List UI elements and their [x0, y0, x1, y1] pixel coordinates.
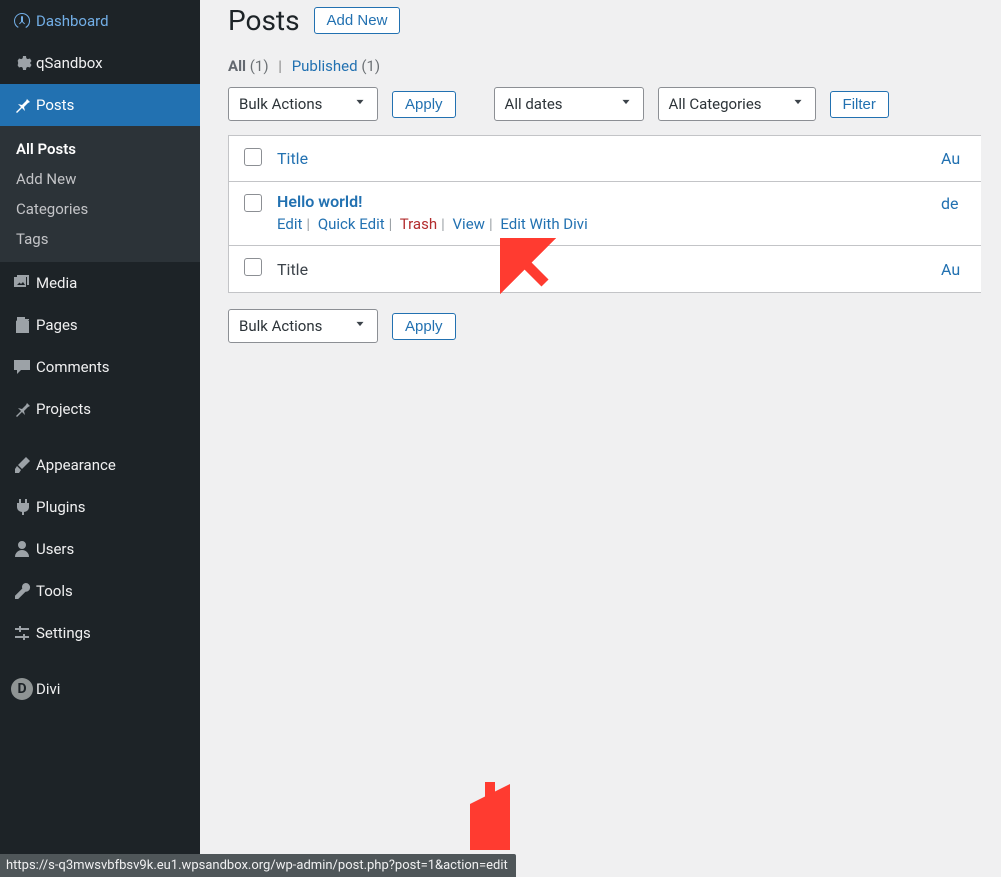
status-filter-links: All (1) | Published (1): [228, 57, 981, 75]
divi-icon: D: [8, 678, 36, 700]
bulk-actions-select-bottom[interactable]: Bulk Actions: [228, 309, 378, 343]
brush-icon: [8, 455, 36, 475]
main-content: Posts Add New All (1) | Published (1) Bu…: [200, 0, 1001, 877]
sidebar-label: Comments: [36, 358, 110, 376]
menu-separator: [0, 430, 200, 444]
sidebar-item-dashboard[interactable]: Dashboard: [0, 0, 200, 42]
plug-icon: [8, 497, 36, 517]
submenu-add-new[interactable]: Add New: [0, 164, 200, 194]
pin-icon: [8, 399, 36, 419]
pin-icon: [8, 95, 36, 115]
sidebar-item-appearance[interactable]: Appearance: [0, 444, 200, 486]
sidebar-item-posts[interactable]: Posts: [0, 84, 200, 126]
filter-published-count: (1): [361, 57, 380, 75]
submenu-all-posts[interactable]: All Posts: [0, 134, 200, 164]
col-title-foot[interactable]: Title: [277, 246, 941, 292]
filter-published[interactable]: Published: [292, 57, 358, 75]
sidebar-label: Plugins: [36, 498, 85, 516]
sidebar-item-divi[interactable]: D Divi: [0, 668, 200, 710]
bulk-actions-label: Bulk Actions: [239, 95, 322, 113]
pages-icon: [8, 315, 36, 335]
sidebar-item-qsandbox[interactable]: qSandbox: [0, 42, 200, 84]
sidebar-label: Tools: [36, 582, 73, 600]
sidebar-label: Pages: [36, 316, 78, 334]
gear-icon: [8, 53, 36, 73]
table-row: Hello world! Edit| Quick Edit| Trash| Vi…: [229, 182, 981, 246]
select-all-bottom[interactable]: [229, 246, 277, 292]
row-title-link[interactable]: Hello world!: [277, 192, 362, 211]
row-actions: Edit| Quick Edit| Trash| View| Edit With…: [277, 215, 941, 233]
sidebar-label: qSandbox: [36, 54, 103, 72]
sidebar-label: Dashboard: [36, 12, 109, 30]
categories-select[interactable]: All Categories: [658, 87, 816, 121]
chevron-down-icon: [353, 317, 367, 335]
sidebar-label: Media: [36, 274, 77, 292]
row-action-view[interactable]: View: [453, 215, 485, 233]
apply-button-top[interactable]: Apply: [392, 91, 456, 118]
submenu-tags[interactable]: Tags: [0, 224, 200, 254]
submenu-categories[interactable]: Categories: [0, 194, 200, 224]
chevron-down-icon: [791, 95, 805, 113]
media-icon: [8, 273, 36, 293]
sidebar-item-tools[interactable]: Tools: [0, 570, 200, 612]
tablenav-top: Bulk Actions Apply All dates All Categor…: [228, 87, 981, 121]
dates-select[interactable]: All dates: [494, 87, 644, 121]
categories-label: All Categories: [669, 95, 762, 113]
sidebar-label: Posts: [36, 96, 74, 114]
sliders-icon: [8, 623, 36, 643]
page-header: Posts Add New: [228, 0, 981, 37]
col-author-foot[interactable]: Au: [941, 246, 981, 292]
filter-all-count: (1): [250, 57, 269, 75]
admin-sidebar: Dashboard qSandbox Posts All Posts Add N…: [0, 0, 200, 877]
row-action-edit[interactable]: Edit: [277, 215, 302, 233]
sidebar-item-projects[interactable]: Projects: [0, 388, 200, 430]
sidebar-label: Projects: [36, 400, 91, 418]
add-new-button[interactable]: Add New: [314, 7, 401, 34]
dates-label: All dates: [505, 95, 563, 113]
sidebar-label: Users: [36, 540, 74, 558]
sidebar-item-plugins[interactable]: Plugins: [0, 486, 200, 528]
menu-separator: [0, 654, 200, 668]
chevron-down-icon: [353, 95, 367, 113]
filter-all[interactable]: All: [228, 57, 246, 75]
filter-button[interactable]: Filter: [830, 91, 889, 118]
wrench-icon: [8, 581, 36, 601]
bulk-actions-label: Bulk Actions: [239, 317, 322, 335]
page-title: Posts: [228, 4, 300, 37]
sidebar-label: Appearance: [36, 456, 116, 474]
bulk-actions-select[interactable]: Bulk Actions: [228, 87, 378, 121]
row-checkbox[interactable]: [229, 182, 277, 246]
sidebar-item-media[interactable]: Media: [0, 262, 200, 304]
sidebar-item-comments[interactable]: Comments: [0, 346, 200, 388]
col-title[interactable]: Title: [277, 136, 941, 182]
col-author[interactable]: Au: [941, 136, 981, 182]
posts-table: Title Au Hello world! Edit| Quick Edit| …: [228, 135, 981, 293]
tablenav-bottom: Bulk Actions Apply: [228, 309, 981, 343]
sidebar-label: Divi: [36, 680, 60, 698]
user-icon: [8, 539, 36, 559]
annotation-arrow-statusbar: [470, 778, 510, 850]
browser-status-bar: https://s-q3mwsvbfbsv9k.eu1.wpsandbox.or…: [0, 854, 516, 877]
apply-button-bottom[interactable]: Apply: [392, 313, 456, 340]
row-action-trash[interactable]: Trash: [400, 215, 437, 233]
row-action-quick-edit[interactable]: Quick Edit: [318, 215, 385, 233]
dashboard-icon: [8, 11, 36, 31]
row-action-edit-divi[interactable]: Edit With Divi: [500, 215, 587, 233]
select-all-top[interactable]: [229, 136, 277, 182]
row-author[interactable]: de: [941, 182, 981, 246]
sidebar-label: Settings: [36, 624, 91, 642]
sidebar-posts-submenu: All Posts Add New Categories Tags: [0, 126, 200, 262]
chevron-down-icon: [619, 95, 633, 113]
sidebar-item-pages[interactable]: Pages: [0, 304, 200, 346]
comment-icon: [8, 357, 36, 377]
sidebar-item-users[interactable]: Users: [0, 528, 200, 570]
sidebar-item-settings[interactable]: Settings: [0, 612, 200, 654]
